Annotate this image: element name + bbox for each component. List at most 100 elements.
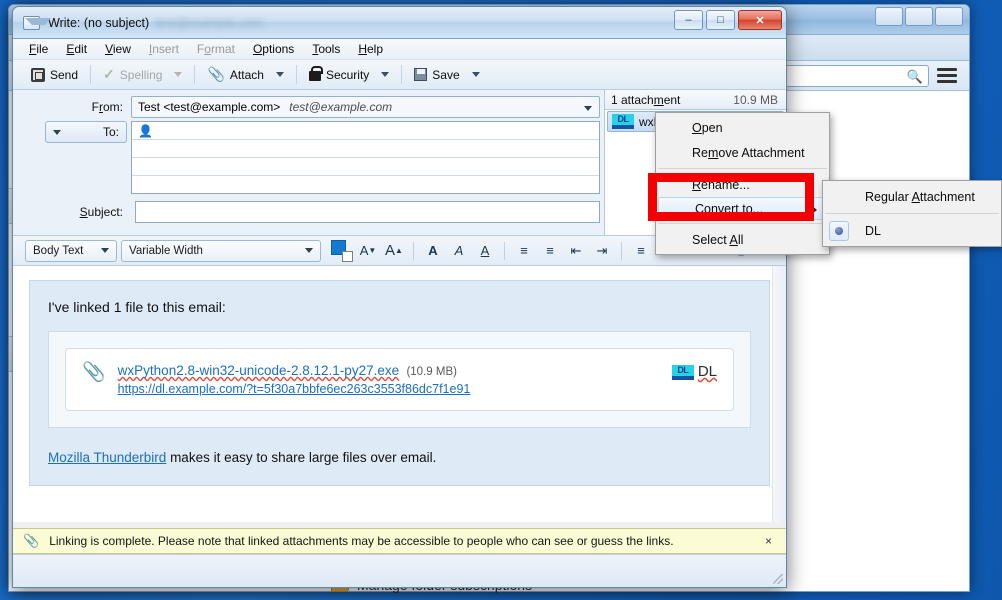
menu-edit[interactable]: Edit [64, 40, 89, 58]
menu-tools[interactable]: Tools [310, 40, 342, 58]
increase-font-size-button[interactable]: A ▲ [383, 240, 405, 262]
menu-view[interactable]: View [103, 40, 133, 58]
outdent-button[interactable]: ⇤ [565, 240, 587, 262]
floppy-disk-icon [414, 68, 428, 81]
background-window-controls[interactable] [875, 7, 963, 26]
linked-file-url[interactable]: https://dl.example.com/?t=5f30a7bbfe6ec2… [118, 382, 662, 396]
bold-button[interactable]: A [422, 240, 444, 262]
attach-label: Attach [229, 67, 264, 82]
menu-options[interactable]: Options [251, 40, 296, 58]
search-input[interactable]: 🔍 [779, 64, 929, 87]
from-row: From: Test <test@example.com> test@examp… [17, 96, 600, 118]
context-menu-item-select-all[interactable]: Select All [656, 227, 829, 252]
hamburger-menu-icon[interactable] [937, 68, 957, 83]
mozilla-thunderbird-link[interactable]: Mozilla Thunderbird [48, 450, 166, 465]
close-icon[interactable]: × [761, 534, 776, 548]
recipient-type-selector[interactable]: To: [45, 121, 127, 143]
compose-toolbar[interactable]: Send ✓ Spelling 📎 Attach Security Save [13, 60, 786, 90]
file-info: wxPython2.8-win32-unicode-2.8.12.1-py27.… [118, 363, 662, 396]
chevron-down-icon[interactable] [53, 129, 61, 135]
lock-icon [308, 66, 323, 81]
from-label: From: [91, 100, 123, 114]
to-input-line-4[interactable] [132, 176, 599, 194]
status-bar [13, 554, 786, 587]
to-input-line-1[interactable]: 👤 [132, 122, 599, 140]
context-menu-separator-1 [658, 168, 827, 169]
align-button[interactable]: ≡ [630, 240, 652, 262]
write-message-window: Write: (no subject) test@example.com – □… [12, 6, 787, 588]
subject-input[interactable] [135, 201, 600, 223]
text-color-picker[interactable] [331, 239, 353, 262]
paragraph-style-value: Body Text [33, 244, 84, 257]
bg-minimize-button[interactable] [875, 7, 903, 26]
contact-icon: 👤 [138, 124, 153, 138]
save-dropdown-arrow[interactable] [471, 72, 480, 77]
linked-file-name[interactable]: wxPython2.8-win32-unicode-2.8.12.1-py27.… [118, 363, 399, 378]
menu-help[interactable]: Help [356, 40, 385, 58]
send-label: Send [50, 67, 79, 82]
decrease-font-size-button[interactable]: A ▼ [357, 240, 379, 262]
linked-file-size: (10.9 MB) [406, 366, 457, 378]
context-menu-item-rename[interactable]: Rename... [656, 172, 829, 197]
dl-service-icon: DL [671, 365, 694, 380]
bg-close-button[interactable] [935, 7, 963, 26]
chevron-down-icon [101, 248, 109, 253]
italic-button[interactable]: A [448, 240, 470, 262]
search-icon: 🔍 [906, 68, 923, 84]
dl-service-label: DL [697, 363, 717, 380]
to-input[interactable]: 👤 [131, 121, 600, 194]
save-button[interactable]: Save [408, 66, 465, 84]
chevron-down-icon[interactable] [584, 106, 592, 111]
toolbar-separator-1 [90, 65, 92, 84]
context-menu-item-open[interactable]: Open [656, 115, 829, 140]
to-input-line-2[interactable] [132, 140, 599, 158]
headers-fields: From: Test <test@example.com> test@examp… [13, 90, 604, 235]
footer-line: Mozilla Thunderbird makes it easy to sha… [48, 450, 751, 465]
submenu-item-regular-attachment[interactable]: Regular Attachment [823, 183, 1001, 210]
send-button[interactable]: Send [25, 66, 84, 84]
editor-scrollbar[interactable] [772, 266, 786, 522]
menu-file[interactable]: File [27, 40, 50, 58]
compose-mail-icon [23, 15, 51, 30]
numbered-list-button[interactable]: ≡ [539, 240, 561, 262]
to-input-line-3[interactable] [132, 158, 599, 176]
font-family-select[interactable]: Variable Width [121, 239, 321, 262]
context-menu-item-convert-to[interactable]: Convert to... [658, 197, 827, 220]
bg-maximize-button[interactable] [905, 7, 933, 26]
linked-files-block: I've linked 1 file to this email: 📎 wxPy… [29, 280, 770, 486]
window-title: Write: (no subject) [48, 15, 150, 30]
paragraph-style-select[interactable]: Body Text [25, 239, 117, 262]
from-email-hint: test@example.com [289, 100, 393, 114]
save-label: Save [432, 67, 460, 82]
toolbar-separator-3 [295, 65, 297, 84]
to-label: To: [102, 125, 119, 139]
attachment-context-menu[interactable]: Open Remove Attachment Rename... Convert… [655, 112, 830, 255]
attach-button[interactable]: 📎 Attach [201, 64, 269, 85]
paperclip-icon: 📎 [82, 362, 106, 383]
compose-titlebar: Write: (no subject) test@example.com – □… [13, 7, 786, 39]
security-dropdown-arrow[interactable] [381, 72, 390, 77]
subject-label: Subject: [79, 205, 123, 219]
bullet-list-button[interactable]: ≡ [513, 240, 535, 262]
attach-dropdown-arrow[interactable] [275, 72, 284, 77]
context-menu-item-remove-attachment[interactable]: Remove Attachment [656, 140, 829, 165]
security-button[interactable]: Security [303, 66, 375, 84]
indent-button[interactable]: ⇥ [591, 240, 613, 262]
minimize-button[interactable]: – [674, 10, 703, 30]
from-select[interactable]: Test <test@example.com> test@example.com [131, 96, 600, 118]
close-button[interactable]: ✕ [738, 10, 782, 30]
window-controls[interactable]: – □ ✕ [674, 10, 782, 30]
paperclip-icon: 📎 [207, 66, 225, 82]
resize-grip[interactable] [773, 574, 783, 584]
convert-to-submenu[interactable]: Regular Attachment DL [822, 180, 1002, 247]
submenu-item-dl[interactable]: DL [823, 217, 1001, 244]
linked-intro-text: I've linked 1 file to this email: [48, 299, 226, 315]
menu-bar[interactable]: File Edit View Insert Format Options Too… [13, 39, 786, 60]
fmt-separator-1 [413, 241, 414, 260]
message-body-editor[interactable]: I've linked 1 file to this email: 📎 wxPy… [13, 266, 786, 522]
fmt-separator-2 [504, 241, 505, 260]
underline-button[interactable]: A [474, 240, 496, 262]
radio-selected-icon [829, 221, 849, 241]
maximize-button[interactable]: □ [706, 10, 735, 30]
chevron-down-icon [305, 248, 313, 253]
